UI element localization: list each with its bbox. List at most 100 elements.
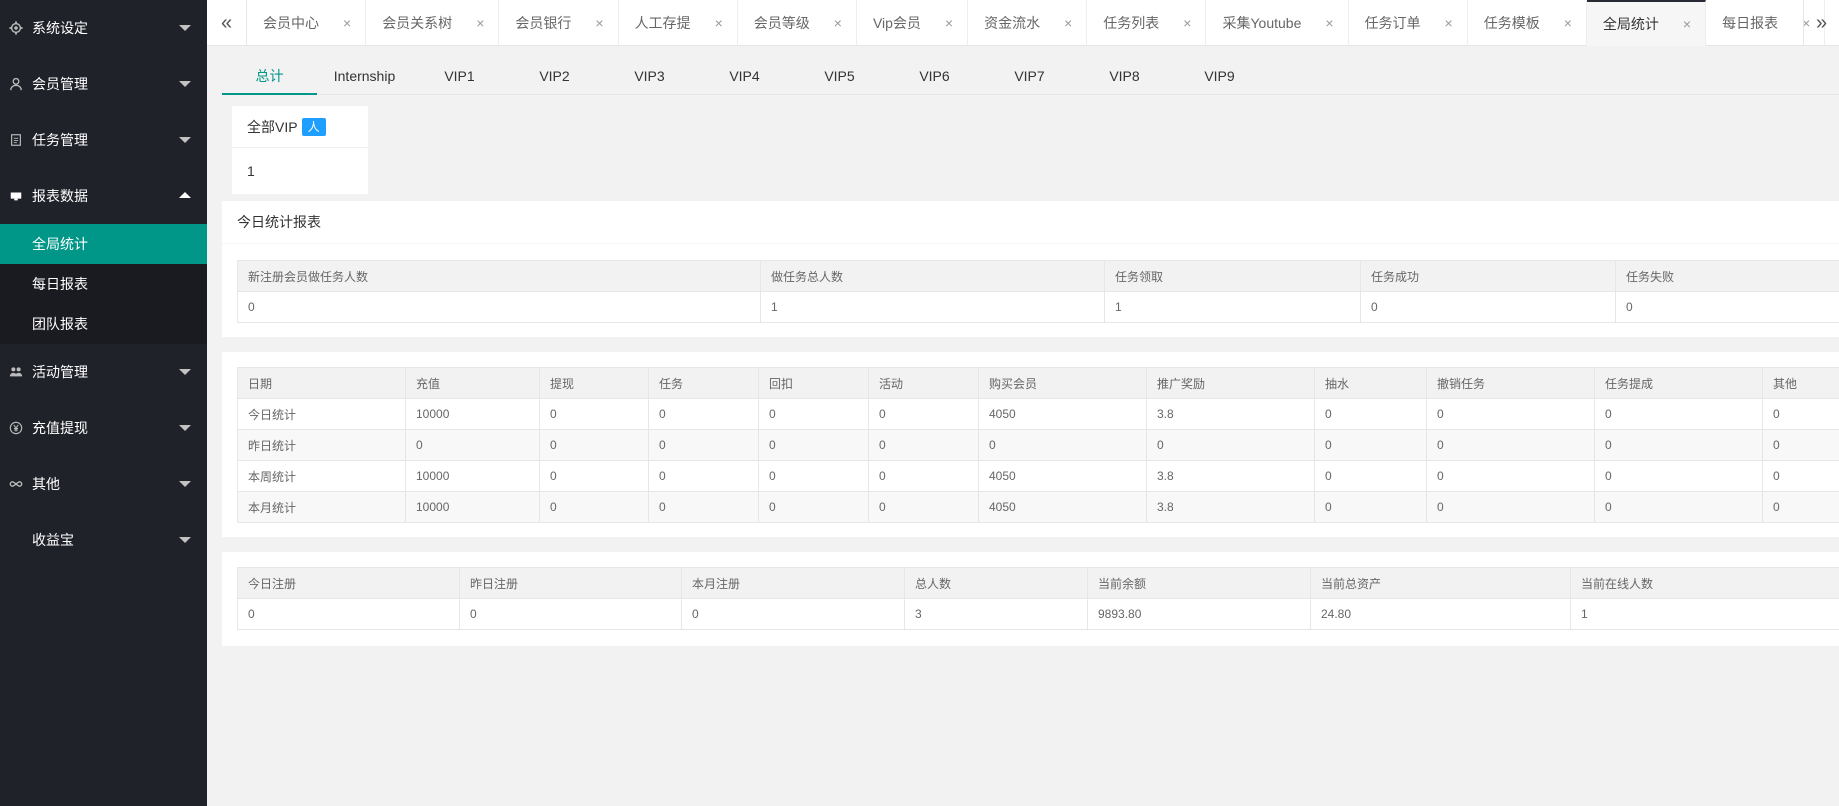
finance-summary-panel: 日期 充值 提现 任务 回扣 活动 购买会员 推广奖励 抽水 撤销任务 任务提成 其他 今日统计 100… bbox=[222, 352, 1839, 537]
tabs-scroll-left-icon[interactable]: « bbox=[207, 0, 247, 46]
table-cell: 3.8 bbox=[1146, 398, 1315, 430]
vip-tab-2[interactable]: VIP1 bbox=[412, 57, 507, 95]
tab-2[interactable]: 会员银行 × bbox=[499, 0, 619, 46]
table-cell: 本月统计 bbox=[237, 491, 406, 523]
nav-other[interactable]: 其他 bbox=[0, 456, 207, 512]
tab-label: 会员银行 bbox=[515, 15, 572, 31]
tab-9[interactable]: 任务订单 × bbox=[1349, 0, 1468, 46]
sidebar-item-daily-report[interactable]: 每日报表 bbox=[0, 264, 207, 304]
table-cell: 1 bbox=[1104, 291, 1361, 323]
tab-3[interactable]: 人工存提 × bbox=[619, 0, 738, 46]
table-header-cell: 任务领取 bbox=[1104, 260, 1361, 292]
table-cell: 0 bbox=[1426, 429, 1595, 461]
tab-label: 会员等级 bbox=[753, 15, 810, 31]
report-submenu: 全局统计 每日报表 团队报表 bbox=[0, 224, 207, 344]
table-cell: 0 bbox=[868, 460, 979, 492]
vip-tab-3[interactable]: VIP2 bbox=[507, 57, 602, 95]
vip-tab-5[interactable]: VIP4 bbox=[697, 57, 792, 95]
sidebar-item-team-report[interactable]: 团队报表 bbox=[0, 304, 207, 344]
table-header-cell: 任务成功 bbox=[1360, 260, 1616, 292]
table-cell: 1 bbox=[1570, 598, 1839, 630]
close-icon[interactable]: × bbox=[945, 15, 953, 31]
tab-label: Vip会员 bbox=[872, 15, 921, 31]
vip-tab-0[interactable]: 总计 bbox=[222, 57, 317, 95]
table-row: 昨日统计 0 0 0 0 0 0 0 0 0 0 0 bbox=[237, 429, 1839, 461]
vip-tab-6[interactable]: VIP5 bbox=[792, 57, 887, 95]
table-cell: 0 bbox=[1594, 460, 1763, 492]
table-cell: 0 bbox=[237, 291, 761, 323]
table-cell: 0 bbox=[1594, 398, 1763, 430]
nav-activity-management[interactable]: 活动管理 bbox=[0, 344, 207, 400]
tab-5[interactable]: Vip会员 × bbox=[857, 0, 969, 46]
close-icon[interactable]: × bbox=[1564, 15, 1572, 31]
table-header-cell: 任务提成 bbox=[1594, 367, 1763, 399]
vip-tab-8[interactable]: VIP7 bbox=[982, 57, 1077, 95]
sidebar-item-global-stats[interactable]: 全局统计 bbox=[0, 224, 207, 264]
table-cell: 9893.80 bbox=[1087, 598, 1311, 630]
table-header-cell: 其他 bbox=[1762, 367, 1839, 399]
close-icon[interactable]: × bbox=[1325, 15, 1333, 31]
close-icon[interactable]: × bbox=[1064, 15, 1072, 31]
nav-member-management[interactable]: 会员管理 bbox=[0, 56, 207, 112]
tab-1[interactable]: 会员关系树 × bbox=[366, 0, 500, 46]
table-cell: 0 bbox=[539, 491, 649, 523]
file-icon bbox=[0, 133, 32, 147]
table-cell: 0 bbox=[758, 460, 869, 492]
vip-tab-10[interactable]: VIP9 bbox=[1172, 57, 1267, 95]
tab-6[interactable]: 资金流水 × bbox=[968, 0, 1088, 46]
tab-4[interactable]: 会员等级 × bbox=[738, 0, 857, 46]
table-cell: 0 bbox=[1762, 429, 1839, 461]
vip-tab-4[interactable]: VIP3 bbox=[602, 57, 697, 95]
table-cell: 本周统计 bbox=[237, 460, 406, 492]
table-cell: 今日统计 bbox=[237, 398, 406, 430]
page-tabs: 会员中心 × 会员关系树 × 会员银行 × 人工存提 × 会员等级 × Vip会员 × 资金流水 × 任务列… bbox=[247, 0, 1826, 46]
yen-icon bbox=[0, 421, 32, 435]
chevron-down-icon bbox=[179, 369, 191, 375]
close-icon[interactable]: × bbox=[1683, 16, 1691, 32]
table-cell: 1 bbox=[760, 291, 1105, 323]
close-icon[interactable]: × bbox=[1445, 15, 1453, 31]
table-header-cell: 当前在线人数 bbox=[1570, 567, 1839, 599]
tabs-scroll-right-icon[interactable]: » bbox=[1803, 0, 1839, 46]
nav-recharge-withdraw[interactable]: 充值提现 bbox=[0, 400, 207, 456]
nav-system-settings[interactable]: 系统设定 bbox=[0, 0, 207, 56]
nav-yield-treasure[interactable]: 收益宝 bbox=[0, 512, 207, 568]
vip-tab-7[interactable]: VIP6 bbox=[887, 57, 982, 95]
tab-11[interactable]: 全局统计 × bbox=[1586, 0, 1707, 46]
table-header-cell: 抽水 bbox=[1314, 367, 1427, 399]
nav-group-tasks: 任务管理 bbox=[0, 112, 207, 168]
vip-tab-1[interactable]: Internship bbox=[317, 57, 412, 95]
report-icon bbox=[0, 189, 32, 203]
gear-icon bbox=[0, 21, 32, 35]
table-cell: 0 bbox=[405, 429, 540, 461]
nav-report-data[interactable]: 报表数据 bbox=[0, 168, 207, 224]
table-cell: 0 bbox=[978, 429, 1147, 461]
nav-task-management[interactable]: 任务管理 bbox=[0, 112, 207, 168]
chevron-down-icon bbox=[179, 425, 191, 431]
tab-7[interactable]: 任务列表 × bbox=[1087, 0, 1207, 46]
table-header-cell: 撤销任务 bbox=[1426, 367, 1595, 399]
chevron-down-icon bbox=[179, 537, 191, 543]
table-cell: 0 bbox=[1426, 398, 1595, 430]
vip-level-tabs: 总计 Internship VIP1 VIP2 VIP3 VIP4 VIP5 VIP6 VIP7… bbox=[222, 57, 1839, 95]
vip-tab-9[interactable]: VIP8 bbox=[1077, 57, 1172, 95]
close-icon[interactable]: × bbox=[476, 15, 484, 31]
tab-8[interactable]: 采集Youtube × bbox=[1206, 0, 1349, 46]
close-icon[interactable]: × bbox=[343, 15, 351, 31]
close-icon[interactable]: × bbox=[1183, 15, 1191, 31]
tab-0[interactable]: 会员中心 × bbox=[247, 0, 367, 46]
close-icon[interactable]: × bbox=[595, 15, 603, 31]
nav-label: 会员管理 bbox=[32, 76, 88, 92]
table-cell: 0 bbox=[1594, 429, 1763, 461]
tab-label: 人工存提 bbox=[634, 15, 691, 31]
tab-10[interactable]: 任务模板 × bbox=[1468, 0, 1587, 46]
table-cell: 昨日统计 bbox=[237, 429, 406, 461]
close-icon[interactable]: × bbox=[715, 15, 723, 31]
close-icon[interactable]: × bbox=[834, 15, 842, 31]
table-cell: 0 bbox=[868, 398, 979, 430]
tab-label: 会员中心 bbox=[263, 15, 319, 31]
table-cell: 0 bbox=[1314, 398, 1427, 430]
table-cell: 3 bbox=[904, 598, 1088, 630]
table-cell: 0 bbox=[648, 460, 759, 492]
tab-label: 任务模板 bbox=[1483, 15, 1540, 31]
